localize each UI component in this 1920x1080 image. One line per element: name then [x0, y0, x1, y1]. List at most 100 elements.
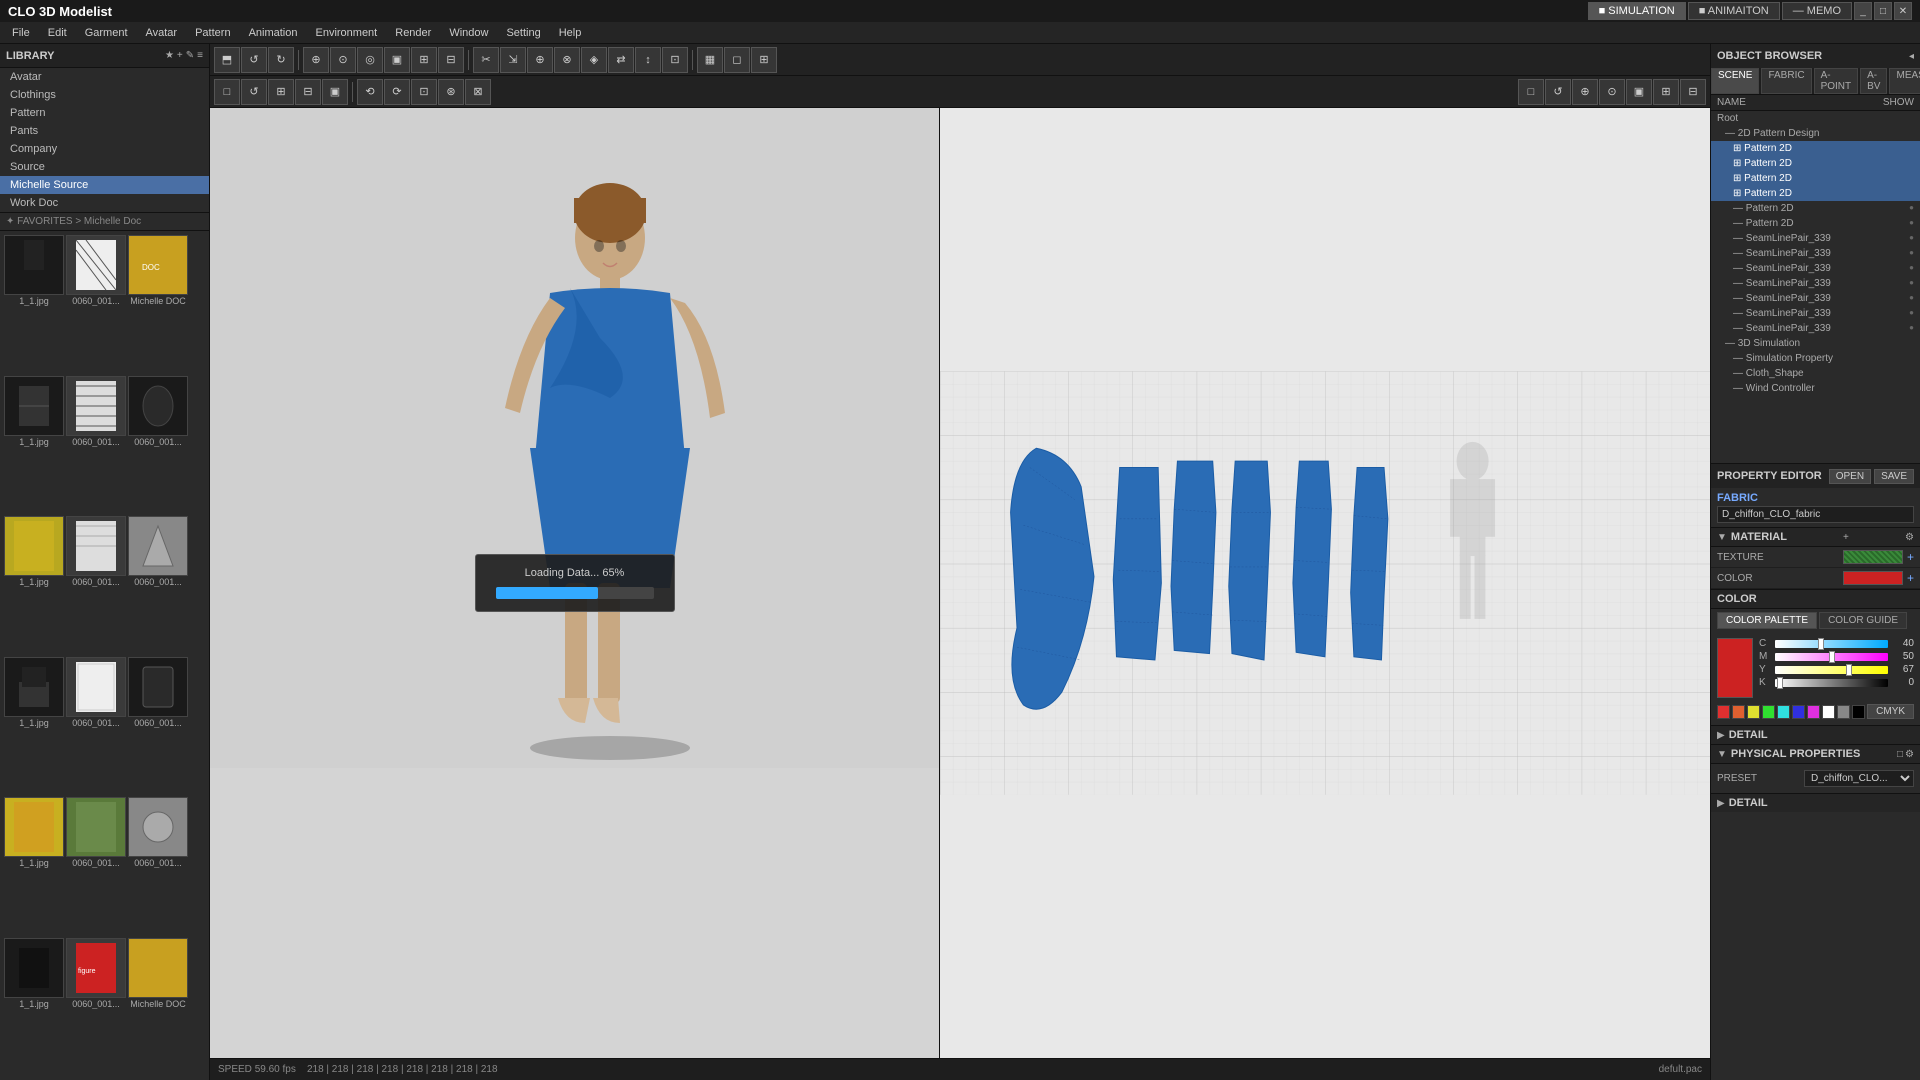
tool-2d-r2[interactable]: ↺ — [1545, 79, 1571, 105]
tool-2d-9[interactable]: ⊛ — [438, 79, 464, 105]
swatch-9[interactable] — [1837, 705, 1850, 719]
list-item[interactable]: 0060_001... — [128, 516, 188, 655]
tree-seamline-1[interactable]: — SeamLinePair_339 — [1711, 231, 1920, 246]
tool-3d-3[interactable]: ↻ — [268, 47, 294, 73]
tree-pattern-2d-1[interactable]: ⊞ Pattern 2D — [1711, 141, 1920, 156]
menu-avatar[interactable]: Avatar — [138, 25, 186, 41]
color-swatch-large[interactable] — [1717, 638, 1753, 698]
tool-3d-14[interactable]: ◈ — [581, 47, 607, 73]
menu-animation[interactable]: Animation — [241, 25, 306, 41]
swatch-2[interactable] — [1732, 705, 1745, 719]
nav-work-doc[interactable]: Work Doc — [0, 194, 209, 212]
list-item[interactable]: 0060_001... — [128, 657, 188, 796]
tool-2d-r3[interactable]: ⊕ — [1572, 79, 1598, 105]
tree-pattern-2d-6[interactable]: — Pattern 2D — [1711, 216, 1920, 231]
obj-tab-scene[interactable]: SCENE — [1711, 68, 1759, 94]
tool-2d-4[interactable]: ⊟ — [295, 79, 321, 105]
slider-y-track[interactable] — [1775, 666, 1888, 674]
tree-pattern-2d-3[interactable]: ⊞ Pattern 2D — [1711, 171, 1920, 186]
preset-select[interactable]: D_chiffon_CLO... — [1804, 770, 1914, 787]
tree-seamline-4[interactable]: — SeamLinePair_339 — [1711, 276, 1920, 291]
tree-seamline-7[interactable]: — SeamLinePair_339 — [1711, 321, 1920, 336]
tool-2d-r5[interactable]: ▣ — [1626, 79, 1652, 105]
tool-2d-3[interactable]: ⊞ — [268, 79, 294, 105]
list-item[interactable]: 0060_001... — [66, 516, 126, 655]
slider-y-thumb[interactable] — [1846, 664, 1852, 676]
physical-icon-2[interactable]: ⚙ — [1905, 749, 1914, 760]
tool-3d-13[interactable]: ⊗ — [554, 47, 580, 73]
tool-2d-r4[interactable]: ⊙ — [1599, 79, 1625, 105]
tree-seamline-6[interactable]: — SeamLinePair_339 — [1711, 306, 1920, 321]
list-item[interactable]: 1_1.jpg — [4, 657, 64, 796]
pe-open-btn[interactable]: OPEN — [1829, 469, 1871, 484]
tool-3d-15[interactable]: ⇄ — [608, 47, 634, 73]
list-item[interactable]: figure 0060_001... — [66, 938, 126, 1077]
swatch-5[interactable] — [1777, 705, 1790, 719]
nav-clothings[interactable]: Clothings — [0, 86, 209, 104]
nav-source[interactable]: Source — [0, 158, 209, 176]
nav-pants[interactable]: Pants — [0, 122, 209, 140]
win-close[interactable]: ✕ — [1894, 2, 1912, 20]
obj-tab-apoint[interactable]: A-POINT — [1814, 68, 1859, 94]
material-icon-settings[interactable]: ⚙ — [1905, 532, 1914, 543]
fabric-name-input[interactable] — [1717, 506, 1914, 523]
slider-k-thumb[interactable] — [1777, 677, 1783, 689]
color-tab-guide[interactable]: COLOR GUIDE — [1819, 612, 1907, 629]
list-item[interactable]: DOC Michelle DOC — [128, 235, 188, 374]
tool-3d-8[interactable]: ⊞ — [411, 47, 437, 73]
tool-2d-8[interactable]: ⊡ — [411, 79, 437, 105]
menu-render[interactable]: Render — [387, 25, 439, 41]
list-item[interactable]: 0060_001... — [66, 235, 126, 374]
slider-c-track[interactable] — [1775, 640, 1888, 648]
swatch-8[interactable] — [1822, 705, 1835, 719]
tree-wind-controller[interactable]: — Wind Controller — [1711, 381, 1920, 396]
list-item[interactable]: 1_1.jpg — [4, 376, 64, 515]
tab-simulation[interactable]: ■ SIMULATION — [1588, 2, 1686, 20]
swatch-3[interactable] — [1747, 705, 1760, 719]
tool-3d-9[interactable]: ⊟ — [438, 47, 464, 73]
obj-tab-fabric[interactable]: FABRIC — [1761, 68, 1811, 94]
obj-tab-measur[interactable]: MEASUR... — [1889, 68, 1920, 94]
tool-3d-20[interactable]: ⊞ — [751, 47, 777, 73]
tool-3d-2[interactable]: ↺ — [241, 47, 267, 73]
pe-save-btn[interactable]: SAVE — [1874, 469, 1914, 484]
menu-environment[interactable]: Environment — [307, 25, 385, 41]
detail2-section-header[interactable]: ▶ DETAIL — [1711, 793, 1920, 812]
slider-k-track[interactable] — [1775, 679, 1888, 687]
nav-michelle-source[interactable]: Michelle Source — [0, 176, 209, 194]
list-item[interactable]: 1_1.jpg — [4, 516, 64, 655]
texture-add-btn[interactable]: + — [1907, 550, 1914, 564]
obj-tab-abv[interactable]: A-BV — [1860, 68, 1887, 94]
viewport-3d[interactable]: Loading Data... 65% — [210, 108, 940, 1058]
tool-2d-5[interactable]: ▣ — [322, 79, 348, 105]
color-tab-palette[interactable]: COLOR PALETTE — [1717, 612, 1817, 629]
slider-m-thumb[interactable] — [1829, 651, 1835, 663]
menu-file[interactable]: File — [4, 25, 38, 41]
tool-2d-10[interactable]: ⊠ — [465, 79, 491, 105]
material-section-header[interactable]: ▼ MATERIAL + ⚙ — [1711, 527, 1920, 547]
tool-2d-6[interactable]: ⟲ — [357, 79, 383, 105]
tree-2d-pattern-design[interactable]: — 2D Pattern Design — [1711, 126, 1920, 141]
tool-3d-19[interactable]: ◻ — [724, 47, 750, 73]
texture-preview[interactable] — [1843, 550, 1903, 564]
list-item[interactable]: 1_1.jpg — [4, 938, 64, 1077]
physical-icon-1[interactable]: □ — [1897, 749, 1903, 760]
tool-3d-4[interactable]: ⊕ — [303, 47, 329, 73]
nav-company[interactable]: Company — [0, 140, 209, 158]
swatch-6[interactable] — [1792, 705, 1805, 719]
tree-pattern-2d-4[interactable]: ⊞ Pattern 2D — [1711, 186, 1920, 201]
list-item[interactable]: 1_1.jpg — [4, 797, 64, 936]
slider-m-track[interactable] — [1775, 653, 1888, 661]
nav-avatar[interactable]: Avatar — [0, 68, 209, 86]
swatch-10[interactable] — [1852, 705, 1865, 719]
tool-2d-r6[interactable]: ⊞ — [1653, 79, 1679, 105]
lib-icon-edit[interactable]: ✎ — [186, 50, 194, 61]
lib-icon-star[interactable]: ★ — [165, 50, 174, 61]
tool-2d-1[interactable]: □ — [214, 79, 240, 105]
tool-3d-17[interactable]: ⊡ — [662, 47, 688, 73]
list-item[interactable]: 0060_001... — [66, 657, 126, 796]
list-item[interactable]: 0060_001... — [128, 376, 188, 515]
color-add-btn[interactable]: + — [1907, 571, 1914, 585]
tree-seamline-3[interactable]: — SeamLinePair_339 — [1711, 261, 1920, 276]
lib-icon-add[interactable]: + — [177, 50, 183, 61]
